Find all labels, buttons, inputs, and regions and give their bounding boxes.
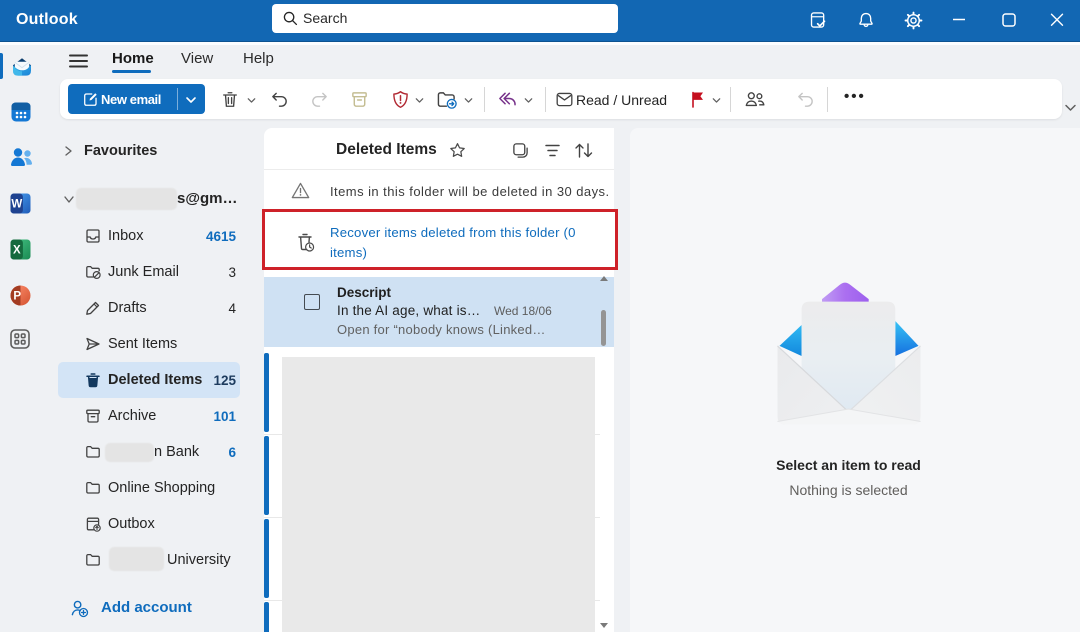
svg-text:P: P (13, 291, 21, 303)
svg-text:X: X (13, 245, 21, 257)
svg-text:W: W (11, 199, 22, 211)
